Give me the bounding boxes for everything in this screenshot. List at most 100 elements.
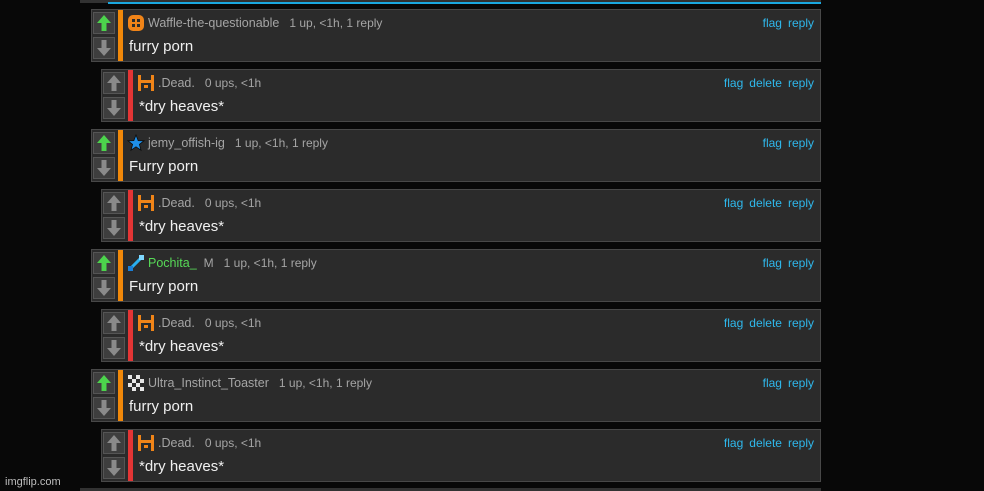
upvote-button[interactable] [93, 12, 115, 34]
upvote-button[interactable] [93, 252, 115, 274]
comment-parent: Ultra_Instinct_Toaster 1 up, <1h, 1 repl… [91, 369, 821, 422]
orange-waffle-icon[interactable] [127, 14, 145, 32]
arrow-down-icon [97, 280, 111, 296]
upvote-button[interactable] [103, 72, 125, 94]
upvote-button[interactable] [93, 132, 115, 154]
comment-stripe [128, 70, 133, 121]
comment-stripe [128, 190, 133, 241]
comment-text: *dry heaves* [139, 338, 225, 355]
downvote-button[interactable] [93, 397, 115, 419]
comment-parent: Waffle-the-questionable 1 up, <1h, 1 rep… [91, 9, 821, 62]
comment-text: Furry porn [129, 158, 199, 175]
downvote-button[interactable] [103, 337, 125, 359]
delete-link[interactable]: delete [749, 436, 782, 450]
comment-meta: 1 up, <1h, 1 reply [234, 136, 328, 150]
comment-header: .Dead. 0 ups, <1h [137, 75, 261, 91]
upvote-button[interactable] [103, 432, 125, 454]
comment-meta: 0 ups, <1h [204, 316, 262, 330]
flag-link[interactable]: flag [763, 16, 782, 30]
upvote-button[interactable] [103, 192, 125, 214]
username-link[interactable]: Waffle-the-questionable [148, 16, 279, 30]
vote-column [92, 250, 117, 301]
arrow-up-icon [107, 75, 121, 91]
downvote-button[interactable] [93, 277, 115, 299]
vote-column [102, 310, 127, 361]
comment-text: Furry porn [129, 278, 199, 295]
orange-cat-icon[interactable] [137, 194, 155, 212]
arrow-up-icon [97, 15, 111, 31]
flag-link[interactable]: flag [724, 316, 743, 330]
comment-stripe [118, 250, 123, 301]
reply-link[interactable]: reply [788, 316, 814, 330]
username-link[interactable]: Ultra_Instinct_Toaster [148, 376, 269, 390]
comment-reply: .Dead. 0 ups, <1h flag delete reply *dry… [101, 309, 821, 362]
upvote-button[interactable] [93, 372, 115, 394]
comment-text: *dry heaves* [139, 98, 225, 115]
comment-stripe [118, 130, 123, 181]
comment-meta: 1 up, <1h, 1 reply [278, 376, 372, 390]
reply-link[interactable]: reply [788, 436, 814, 450]
username-link[interactable]: Pochita_ [148, 256, 197, 270]
mod-badge: M [203, 256, 214, 270]
arrow-down-icon [97, 40, 111, 56]
reply-link[interactable]: reply [788, 136, 814, 150]
blue-star-icon[interactable] [127, 134, 145, 152]
previous-comment-border [108, 2, 821, 4]
vote-column [102, 190, 127, 241]
downvote-button[interactable] [103, 217, 125, 239]
comment-header: jemy_offish-ig 1 up, <1h, 1 reply [127, 134, 328, 152]
downvote-button[interactable] [103, 457, 125, 479]
flag-link[interactable]: flag [763, 256, 782, 270]
comment-text: *dry heaves* [139, 218, 225, 235]
arrow-down-icon [97, 400, 111, 416]
flag-link[interactable]: flag [724, 76, 743, 90]
reply-link[interactable]: reply [788, 16, 814, 30]
flag-link[interactable]: flag [763, 376, 782, 390]
comment-meta: 0 ups, <1h [204, 196, 262, 210]
username-link[interactable]: jemy_offish-ig [148, 136, 225, 150]
downvote-button[interactable] [103, 97, 125, 119]
vote-column [92, 370, 117, 421]
username-link[interactable]: .Dead. [158, 196, 195, 210]
reply-link[interactable]: reply [788, 376, 814, 390]
arrow-up-icon [107, 315, 121, 331]
arrow-down-icon [107, 460, 121, 476]
username-link[interactable]: .Dead. [158, 76, 195, 90]
flag-link[interactable]: flag [724, 436, 743, 450]
comment-actions: flag reply [763, 256, 814, 270]
checker-pattern-icon[interactable] [127, 374, 145, 392]
comment-header: .Dead. 0 ups, <1h [137, 315, 261, 331]
flag-link[interactable]: flag [763, 136, 782, 150]
imgflip-watermark: imgflip.com [5, 476, 61, 488]
comment-meta: 1 up, <1h, 1 reply [223, 256, 317, 270]
comment-actions: flag reply [763, 136, 814, 150]
username-link[interactable]: .Dead. [158, 316, 195, 330]
orange-cat-icon[interactable] [137, 434, 155, 452]
delete-link[interactable]: delete [749, 196, 782, 210]
orange-cat-icon[interactable] [137, 74, 155, 92]
comment-actions: flag delete reply [724, 436, 814, 450]
comment-meta: 1 up, <1h, 1 reply [289, 16, 383, 30]
comment-text: *dry heaves* [139, 458, 225, 475]
comment-reply: .Dead. 0 ups, <1h flag delete reply *dry… [101, 429, 821, 482]
username-link[interactable]: .Dead. [158, 436, 195, 450]
downvote-button[interactable] [93, 37, 115, 59]
delete-link[interactable]: delete [749, 76, 782, 90]
downvote-button[interactable] [93, 157, 115, 179]
comment-parent: jemy_offish-ig 1 up, <1h, 1 reply flag r… [91, 129, 821, 182]
vote-column [92, 130, 117, 181]
reply-link[interactable]: reply [788, 196, 814, 210]
comment-reply: .Dead. 0 ups, <1h flag delete reply *dry… [101, 69, 821, 122]
blue-sword-icon[interactable] [127, 254, 145, 272]
vote-column [102, 430, 127, 481]
comment-actions: flag delete reply [724, 196, 814, 210]
upvote-button[interactable] [103, 312, 125, 334]
orange-cat-icon[interactable] [137, 314, 155, 332]
comment-header: .Dead. 0 ups, <1h [137, 195, 261, 211]
comment-header: Waffle-the-questionable 1 up, <1h, 1 rep… [127, 15, 382, 31]
reply-link[interactable]: reply [788, 256, 814, 270]
comment-header: Pochita_ M 1 up, <1h, 1 reply [127, 254, 317, 272]
reply-link[interactable]: reply [788, 76, 814, 90]
flag-link[interactable]: flag [724, 196, 743, 210]
delete-link[interactable]: delete [749, 316, 782, 330]
